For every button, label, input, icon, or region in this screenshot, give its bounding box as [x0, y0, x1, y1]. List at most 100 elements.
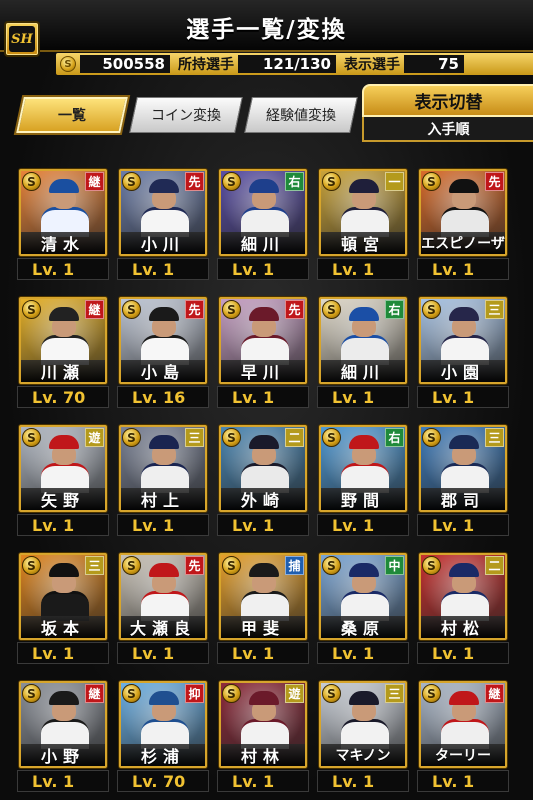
position-badge: 先	[485, 172, 504, 191]
player-name: マキノン	[321, 744, 405, 766]
coin-icon: S	[22, 428, 41, 447]
player-card[interactable]: S 三小園	[419, 297, 507, 384]
coin-icon: S	[322, 428, 341, 447]
player-card-slot: S 継小野 Lv. 1	[17, 681, 109, 792]
player-cap	[349, 435, 379, 449]
player-name: 野間	[321, 488, 405, 510]
player-card-slot: S 三マキノン Lv. 1	[317, 681, 409, 792]
tab-exp-convert[interactable]: 経験値変換	[244, 97, 358, 133]
player-level: Lv. 1	[417, 258, 509, 280]
player-card[interactable]: S 捕甲斐	[219, 553, 307, 640]
coin-icon: S	[222, 556, 241, 575]
coin-icon: S	[122, 428, 141, 447]
player-card[interactable]: S 中桑原	[319, 553, 407, 640]
position-badge: 継	[85, 300, 104, 319]
player-portrait	[141, 691, 189, 749]
coin-icon: S	[22, 556, 41, 575]
player-card[interactable]: S 継川瀬	[19, 297, 107, 384]
position-badge: 遊	[85, 428, 104, 447]
player-level: Lv. 1	[17, 770, 109, 792]
player-card[interactable]: S 先大瀬良	[119, 553, 207, 640]
position-badge: 右	[285, 172, 304, 191]
player-card[interactable]: S 二村松	[419, 553, 507, 640]
player-cap	[149, 563, 179, 577]
player-card[interactable]: S 三マキノン	[319, 681, 407, 768]
sort-order-label: 入手順	[362, 117, 533, 142]
player-portrait	[341, 435, 389, 493]
player-level: Lv. 1	[17, 514, 109, 536]
player-cap	[449, 691, 479, 705]
player-card[interactable]: S 遊村林	[219, 681, 307, 768]
player-cap	[49, 179, 79, 193]
position-badge: 先	[185, 556, 204, 575]
player-cap	[249, 691, 279, 705]
player-card[interactable]: S 三坂本	[19, 553, 107, 640]
coin-icon: S	[122, 172, 141, 191]
player-level: Lv. 1	[17, 642, 109, 664]
player-card-slot: S 右細川 Lv. 1	[317, 297, 409, 408]
player-level: Lv. 16	[117, 386, 209, 408]
player-card[interactable]: S 継ターリー	[419, 681, 507, 768]
team-logo-text: SH	[9, 26, 35, 52]
player-portrait	[141, 435, 189, 493]
player-name: 小園	[421, 360, 505, 382]
position-badge: 右	[385, 428, 404, 447]
tab-coin-convert[interactable]: コイン変換	[129, 97, 243, 133]
player-cap	[249, 307, 279, 321]
player-card[interactable]: S 遊矢野	[19, 425, 107, 512]
coin-icon: S	[322, 172, 341, 191]
position-badge: 右	[385, 300, 404, 319]
display-switch-label: 表示切替	[362, 84, 533, 117]
player-card[interactable]: S 二外崎	[219, 425, 307, 512]
player-portrait	[41, 691, 89, 749]
player-portrait	[441, 307, 489, 365]
player-card[interactable]: S 継清水	[19, 169, 107, 256]
position-badge: 抑	[185, 684, 204, 703]
position-badge: 中	[385, 556, 404, 575]
position-badge: 一	[385, 172, 404, 191]
player-card[interactable]: S 三村上	[119, 425, 207, 512]
player-card-slot: S 継ターリー Lv. 1	[417, 681, 509, 792]
player-card[interactable]: S 継小野	[19, 681, 107, 768]
player-card[interactable]: S 一頓宮	[319, 169, 407, 256]
coin-icon: S	[422, 428, 441, 447]
coin-icon: S	[122, 556, 141, 575]
player-portrait	[241, 563, 289, 621]
player-card[interactable]: S 先小川	[119, 169, 207, 256]
player-cap	[449, 307, 479, 321]
player-card[interactable]: S 右細川	[219, 169, 307, 256]
player-card[interactable]: S 右野間	[319, 425, 407, 512]
player-portrait	[341, 307, 389, 365]
player-level: Lv. 1	[117, 642, 209, 664]
player-card[interactable]: S 抑杉浦	[119, 681, 207, 768]
player-card-slot: S 二外崎 Lv. 1	[217, 425, 309, 536]
player-name: 村上	[121, 488, 205, 510]
player-card[interactable]: S 先小島	[119, 297, 207, 384]
player-portrait	[241, 307, 289, 365]
player-portrait	[41, 179, 89, 237]
player-card[interactable]: S 右細川	[319, 297, 407, 384]
position-badge: 先	[185, 300, 204, 319]
player-name: 坂本	[21, 616, 105, 638]
player-card-slot: S 遊矢野 Lv. 1	[17, 425, 109, 536]
tab-list[interactable]: 一覧	[16, 97, 128, 133]
player-portrait	[341, 691, 389, 749]
player-card[interactable]: S 三郡司	[419, 425, 507, 512]
player-card-slot: S 三郡司 Lv. 1	[417, 425, 509, 536]
owned-players-label: 所持選手	[178, 57, 234, 73]
player-cap	[349, 563, 379, 577]
coin-icon: S	[222, 172, 241, 191]
tab-exp-convert-label: 経験値変換	[266, 108, 336, 124]
player-level: Lv. 1	[317, 770, 409, 792]
player-portrait	[341, 179, 389, 237]
player-grid: S 継清水 Lv. 1 S 先小川 Lv. 1 S 右細川 Lv. 1 S 一頓宮 Lv. 1 S 先エス…	[17, 169, 519, 792]
player-cap	[349, 307, 379, 321]
position-badge: 先	[285, 300, 304, 319]
display-switch-button[interactable]: 表示切替 入手順	[362, 84, 533, 142]
player-card[interactable]: S 先早川	[219, 297, 307, 384]
player-cap	[49, 307, 79, 321]
player-cap	[249, 435, 279, 449]
player-card[interactable]: S 先エスピノーザ	[419, 169, 507, 256]
player-card-slot: S 一頓宮 Lv. 1	[317, 169, 409, 280]
player-card-slot: S 中桑原 Lv. 1	[317, 553, 409, 664]
